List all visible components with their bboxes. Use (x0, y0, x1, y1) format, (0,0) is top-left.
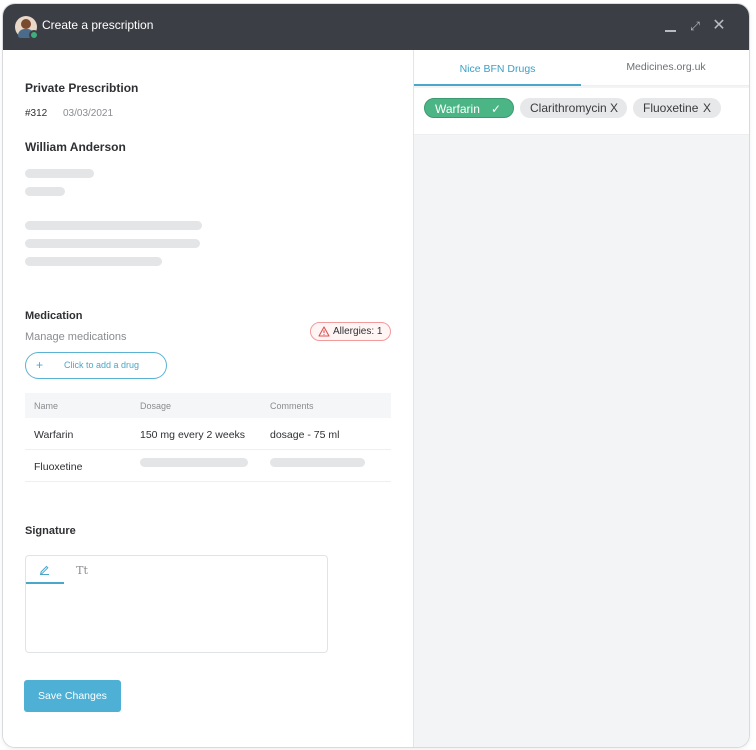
window-title: Create a prescription (42, 18, 154, 32)
placeholder-line (25, 187, 65, 196)
avatar-head (21, 19, 31, 29)
signature-title: Signature (25, 525, 76, 537)
drug-name: Warfarin (34, 429, 74, 441)
table-row[interactable]: Fluoxetine (25, 450, 391, 482)
close-icon[interactable]: ✕ (709, 16, 729, 36)
medication-table: Name Dosage Comments Warfarin 150 mg eve… (25, 393, 391, 482)
minimize-icon[interactable] (660, 16, 680, 36)
chip-label: Clarithromycin (530, 101, 607, 115)
maximize-icon[interactable]: ⤢ (685, 16, 705, 36)
drug-chip-fluoxetine[interactable]: Fluoxetine X (633, 98, 721, 118)
signature-draw-tab[interactable] (26, 556, 64, 584)
remove-icon[interactable]: X (703, 98, 711, 118)
pencil-icon (40, 565, 49, 575)
warning-icon (318, 326, 330, 337)
medication-title: Medication (25, 310, 83, 322)
drug-reference-panel: Nice BFN Drugs Medicines.org.uk Warfarin… (413, 50, 749, 747)
tab-medicines-org-uk[interactable]: Medicines.org.uk (582, 50, 749, 86)
text-icon[interactable]: Tt (70, 562, 94, 580)
plus-icon: + (36, 358, 44, 372)
patient-name: William Anderson (25, 140, 126, 154)
drug-chip-warfarin[interactable]: Warfarin ✓ (424, 98, 514, 118)
title-bar: Create a prescription ⤢ ✕ (3, 4, 749, 50)
dosage-placeholder (140, 458, 248, 467)
check-icon: ✓ (491, 102, 502, 116)
prescription-id: #312 (25, 108, 48, 119)
remove-icon[interactable]: X (610, 98, 618, 118)
medication-subtitle: Manage medications (25, 331, 127, 343)
selected-drugs-bar: Warfarin ✓ Clarithromycin X Fluoxetine X (414, 88, 749, 135)
drug-name: Fluoxetine (34, 461, 83, 473)
avatar[interactable] (15, 16, 39, 40)
drug-comments: dosage - 75 ml (270, 429, 340, 441)
allergies-badge[interactable]: Allergies: 1 (310, 322, 391, 341)
column-header-comments: Comments (270, 401, 314, 411)
comments-placeholder (270, 458, 365, 467)
drug-source-tabs: Nice BFN Drugs Medicines.org.uk (414, 50, 749, 86)
table-row[interactable]: Warfarin 150 mg every 2 weeks dosage - 7… (25, 418, 391, 450)
allergies-label: Allergies: 1 (333, 326, 383, 337)
add-drug-button[interactable]: + Click to add a drug (25, 352, 167, 379)
add-drug-label: Click to add a drug (64, 360, 140, 370)
prescription-form: Private Prescribtion #312 03/03/2021 Wil… (3, 50, 413, 747)
online-status-icon (29, 30, 39, 40)
table-header: Name Dosage Comments (25, 393, 391, 418)
placeholder-line (25, 169, 94, 178)
chip-label: Fluoxetine (643, 101, 699, 115)
placeholder-line (25, 221, 202, 230)
chip-label: Warfarin (435, 102, 480, 116)
placeholder-line (25, 239, 200, 248)
column-header-dosage: Dosage (140, 401, 172, 411)
drug-chip-clarithromycin[interactable]: Clarithromycin X (520, 98, 627, 118)
column-header-name: Name (34, 401, 59, 411)
prescription-date: 03/03/2021 (63, 108, 114, 119)
tab-nice-bfn-drugs[interactable]: Nice BFN Drugs (414, 50, 581, 86)
signature-pad[interactable]: Tt (25, 555, 328, 653)
prescription-title: Private Prescribtion (25, 81, 139, 95)
placeholder-line (25, 257, 162, 266)
save-button[interactable]: Save Changes (24, 680, 121, 712)
prescription-window: Create a prescription ⤢ ✕ Private Prescr… (3, 4, 749, 747)
drug-dosage: 150 mg every 2 weeks (140, 429, 246, 441)
